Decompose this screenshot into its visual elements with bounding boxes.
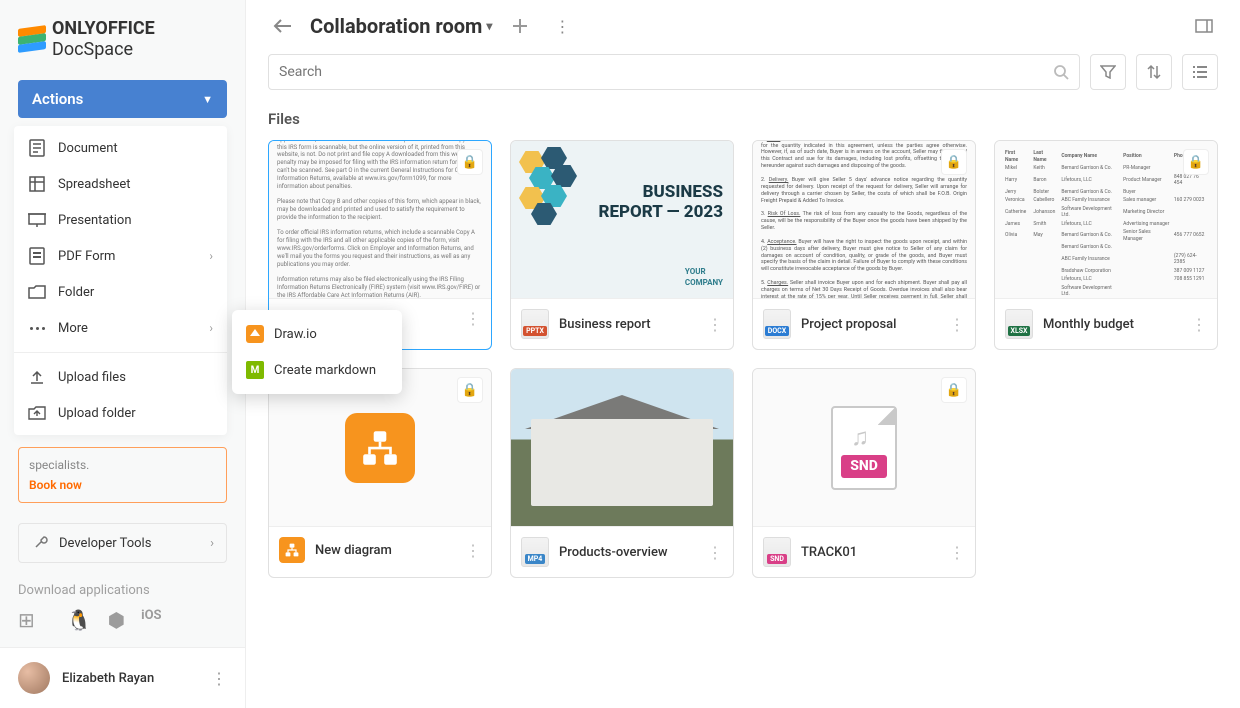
file-type-icon: XLSX bbox=[1005, 309, 1033, 339]
file-type-icon: SND bbox=[763, 537, 791, 567]
linux-icon[interactable]: 🐧 bbox=[67, 608, 92, 632]
filter-button[interactable] bbox=[1090, 54, 1126, 90]
drawio-icon bbox=[246, 325, 264, 343]
ios-icon[interactable]: iOS bbox=[141, 608, 161, 632]
sidebar: ONLYOFFICE DocSpace Actions▼ Document Sp… bbox=[0, 0, 246, 708]
sort-button[interactable] bbox=[1136, 54, 1172, 90]
chevron-right-icon: › bbox=[210, 536, 214, 551]
file-name: Project proposal bbox=[801, 317, 939, 332]
presentation-icon bbox=[28, 211, 46, 229]
actions-button[interactable]: Actions▼ bbox=[18, 80, 227, 118]
logo-icon bbox=[18, 27, 44, 51]
menu-folder[interactable]: Folder bbox=[14, 274, 227, 310]
chevron-right-icon: › bbox=[209, 321, 213, 335]
submenu-drawio[interactable]: Draw.io bbox=[232, 316, 402, 352]
file-card[interactable]: 🔒 MP4 Products-overview ⋮ bbox=[510, 368, 734, 578]
book-now-link[interactable]: Book now bbox=[29, 478, 216, 492]
caret-down-icon: ▼ bbox=[202, 93, 213, 106]
user-name: Elizabeth Rayan bbox=[62, 671, 154, 686]
file-menu-button[interactable]: ⋮ bbox=[949, 543, 965, 562]
pdf-form-icon bbox=[28, 247, 46, 265]
file-name: Business report bbox=[559, 317, 697, 332]
menu-spreadsheet[interactable]: Spreadsheet bbox=[14, 166, 227, 202]
lock-icon: 🔒 bbox=[457, 377, 483, 403]
menu-document[interactable]: Document bbox=[14, 130, 227, 166]
developer-tools-button[interactable]: Developer Tools › bbox=[18, 523, 227, 563]
file-menu-button[interactable]: ⋮ bbox=[465, 309, 481, 328]
actions-menu: Document Spreadsheet Presentation PDF Fo… bbox=[14, 126, 227, 435]
file-card[interactable]: 🔒 First NameLast NameCompany NamePositio… bbox=[994, 140, 1218, 350]
search-icon bbox=[1053, 64, 1069, 80]
markdown-icon bbox=[246, 361, 264, 379]
lock-icon: 🔒 bbox=[1183, 149, 1209, 175]
document-icon bbox=[28, 139, 46, 157]
file-name: TRACK01 bbox=[801, 545, 939, 560]
more-submenu: Draw.io Create markdown bbox=[232, 310, 402, 394]
avatar[interactable] bbox=[18, 662, 50, 694]
upload-files-icon bbox=[28, 368, 46, 386]
room-title[interactable]: Collaboration room▾ bbox=[310, 14, 492, 38]
topbar: Collaboration room▾ ⋮ bbox=[246, 0, 1240, 44]
menu-presentation[interactable]: Presentation bbox=[14, 202, 227, 238]
file-menu-button[interactable]: ⋮ bbox=[949, 315, 965, 334]
file-menu-button[interactable]: ⋮ bbox=[707, 543, 723, 562]
view-button[interactable] bbox=[1182, 54, 1218, 90]
kebab-button[interactable]: ⋮ bbox=[548, 12, 576, 40]
platform-icons: ⊞ 🐧 ⬢ iOS bbox=[18, 608, 227, 632]
windows-icon[interactable]: ⊞ bbox=[18, 608, 35, 632]
promo-text: specialists. bbox=[29, 458, 89, 472]
drawio-icon bbox=[345, 413, 415, 483]
user-footer: Elizabeth Rayan ⋮ bbox=[0, 647, 245, 708]
search-box[interactable] bbox=[268, 54, 1080, 90]
caret-down-icon: ▾ bbox=[486, 19, 492, 33]
file-type-icon bbox=[279, 537, 305, 563]
file-thumbnail: BUSINESSREPORT — 2023 YOUR COMPANY bbox=[511, 141, 733, 299]
panel-toggle-button[interactable] bbox=[1190, 12, 1218, 40]
promo-box: specialists. Book now bbox=[18, 447, 227, 503]
file-menu-button[interactable]: ⋮ bbox=[707, 315, 723, 334]
add-button[interactable] bbox=[506, 12, 534, 40]
file-name: Monthly budget bbox=[1043, 317, 1181, 332]
wrench-icon bbox=[31, 534, 49, 552]
lock-icon: 🔒 bbox=[941, 149, 967, 175]
logo-text: ONLYOFFICE DocSpace bbox=[52, 18, 227, 60]
search-input[interactable] bbox=[279, 64, 1053, 80]
submenu-markdown[interactable]: Create markdown bbox=[232, 352, 402, 388]
lock-icon: 🔒 bbox=[941, 377, 967, 403]
user-menu-button[interactable]: ⋮ bbox=[211, 669, 227, 688]
file-type-icon: PPTX bbox=[521, 309, 549, 339]
android-icon[interactable]: ⬢ bbox=[108, 608, 125, 632]
file-thumbnail bbox=[511, 369, 733, 527]
file-card[interactable]: 🔒 Contract for Sale of Goods #001 This C… bbox=[752, 140, 976, 350]
menu-pdf-form[interactable]: PDF Form › bbox=[14, 238, 227, 274]
file-type-icon: DOCX bbox=[763, 309, 791, 339]
file-card[interactable]: 🔒 ♫SND SND TRACK01 ⋮ bbox=[752, 368, 976, 578]
logo[interactable]: ONLYOFFICE DocSpace bbox=[0, 0, 245, 80]
file-name: Products-overview bbox=[559, 545, 697, 560]
folder-icon bbox=[28, 283, 46, 301]
back-button[interactable] bbox=[268, 12, 296, 40]
menu-upload-folder[interactable]: Upload folder bbox=[14, 395, 227, 431]
menu-more[interactable]: More › Draw.io Create markdown bbox=[14, 310, 227, 346]
section-title: Files bbox=[246, 96, 1240, 136]
toolbar bbox=[246, 44, 1240, 96]
chevron-right-icon: › bbox=[209, 249, 213, 263]
menu-upload-files[interactable]: Upload files bbox=[14, 359, 227, 395]
file-card[interactable]: 🔒 New diagram ⋮ bbox=[268, 368, 492, 578]
upload-folder-icon bbox=[28, 404, 46, 422]
file-type-icon: MP4 bbox=[521, 537, 549, 567]
more-icon bbox=[28, 319, 46, 337]
spreadsheet-icon bbox=[28, 175, 46, 193]
lock-icon: 🔒 bbox=[457, 149, 483, 175]
downloads-label: Download applications bbox=[18, 583, 227, 598]
file-menu-button[interactable]: ⋮ bbox=[465, 541, 481, 560]
file-menu-button[interactable]: ⋮ bbox=[1191, 315, 1207, 334]
file-card[interactable]: 🔒 BUSINESSREPORT — 2023 YOUR COMPANY PPT… bbox=[510, 140, 734, 350]
file-name: New diagram bbox=[315, 543, 455, 558]
